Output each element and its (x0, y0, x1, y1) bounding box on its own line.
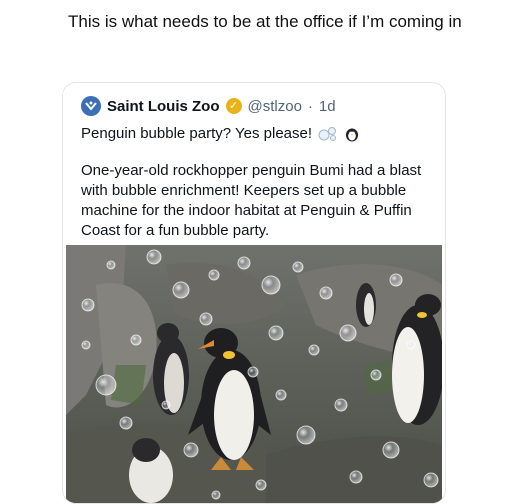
timestamp[interactable]: 1d (319, 98, 336, 115)
post-text: This is what needs to be at the office i… (68, 12, 462, 31)
tweet-media-image[interactable] (66, 245, 442, 503)
user-handle[interactable]: @stlzoo (248, 98, 302, 115)
bubbles-emoji-icon (318, 127, 337, 141)
quoted-tweet-card[interactable]: Saint Louis Zoo ✓ @stlzoo · 1d Penguin b… (62, 82, 446, 504)
tweet-headline-text: Penguin bubble party? Yes please! (81, 125, 313, 142)
penguin-bubble-photo (66, 245, 442, 503)
zoo-logo-icon[interactable] (81, 96, 101, 116)
display-name[interactable]: Saint Louis Zoo (107, 98, 220, 115)
tweet-body: One-year-old rockhopper penguin Bumi had… (81, 162, 422, 239)
quoted-tweet-header: Saint Louis Zoo ✓ @stlzoo · 1d (81, 95, 336, 117)
separator-dot: · (307, 97, 313, 115)
penguin-emoji-icon (346, 128, 359, 142)
tweet-headline: Penguin bubble party? Yes please! (81, 123, 360, 145)
verified-badge-icon: ✓ (225, 98, 242, 114)
